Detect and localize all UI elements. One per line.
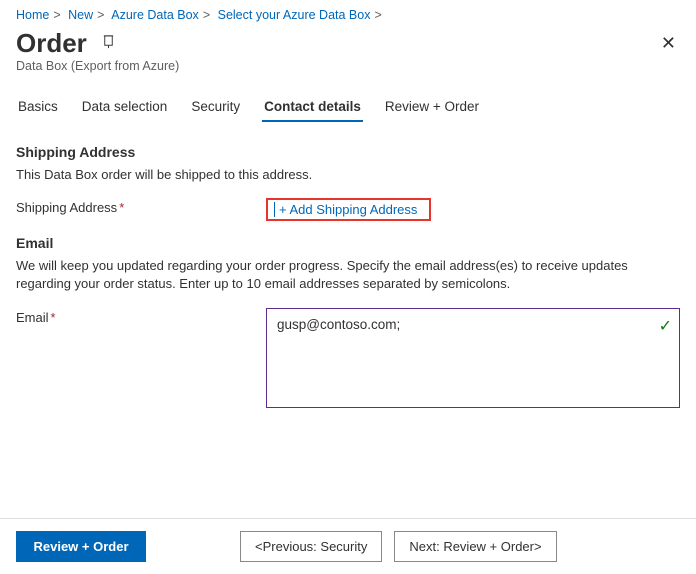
breadcrumb-new[interactable]: New — [68, 8, 93, 22]
shipping-description: This Data Box order will be shipped to t… — [16, 166, 680, 184]
close-icon[interactable]: ✕ — [657, 29, 680, 58]
shipping-heading: Shipping Address — [16, 144, 680, 160]
next-button[interactable]: Next: Review + Order> — [394, 531, 556, 562]
add-shipping-highlight: + Add Shipping Address — [266, 198, 431, 221]
email-field-label: Email* — [16, 308, 266, 325]
breadcrumb: Home> New> Azure Data Box> Select your A… — [0, 0, 696, 24]
tabs: Basics Data selection Security Contact d… — [0, 83, 696, 122]
email-heading: Email — [16, 235, 680, 251]
tab-contact-details[interactable]: Contact details — [262, 93, 363, 122]
tab-security[interactable]: Security — [189, 93, 242, 122]
footer: Review + Order <Previous: Security Next:… — [0, 518, 696, 574]
email-input[interactable] — [266, 308, 680, 408]
page-subtitle: Data Box (Export from Azure) — [0, 59, 696, 83]
breadcrumb-azure-data-box[interactable]: Azure Data Box — [111, 8, 199, 22]
shipping-field-label: Shipping Address* — [16, 198, 266, 215]
add-shipping-address-link[interactable]: + Add Shipping Address — [274, 202, 417, 217]
breadcrumb-select[interactable]: Select your Azure Data Box — [218, 8, 371, 22]
tab-data-selection[interactable]: Data selection — [80, 93, 170, 122]
tab-basics[interactable]: Basics — [16, 93, 60, 122]
page-title: Order — [16, 28, 87, 59]
checkmark-icon: ✓ — [659, 316, 672, 336]
previous-button[interactable]: <Previous: Security — [240, 531, 382, 562]
tab-review-order[interactable]: Review + Order — [383, 93, 481, 122]
pin-icon[interactable] — [101, 34, 116, 54]
email-description: We will keep you updated regarding your … — [16, 257, 680, 293]
breadcrumb-home[interactable]: Home — [16, 8, 49, 22]
review-order-button[interactable]: Review + Order — [16, 531, 146, 562]
